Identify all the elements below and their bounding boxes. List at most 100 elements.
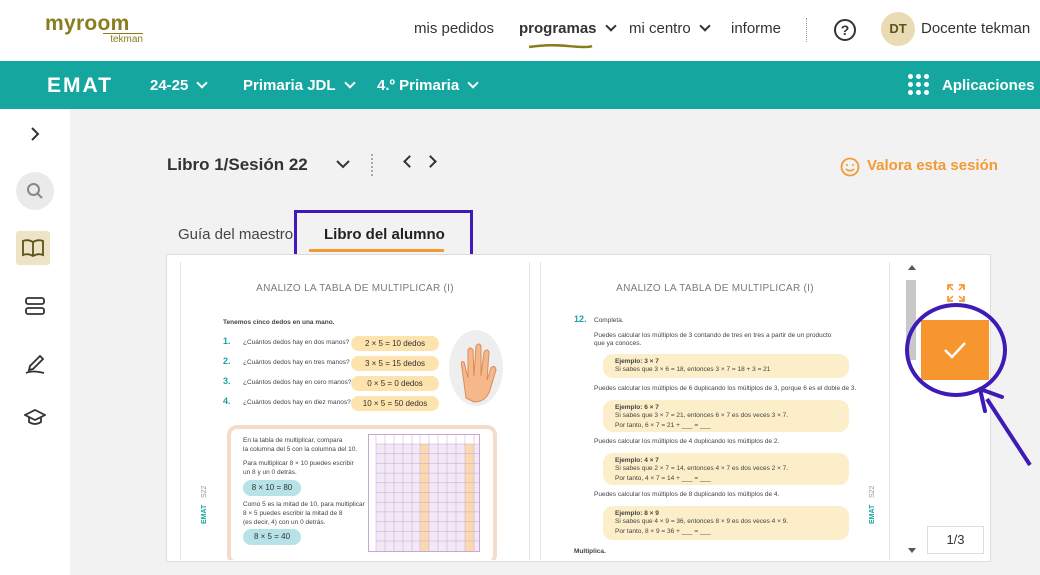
book-page-right: ANALIZO LA TABLA DE MULTIPLICAR (I) 12. … <box>540 262 890 560</box>
question-number: 3. <box>223 376 231 386</box>
question-number: 4. <box>223 396 231 406</box>
search-button[interactable] <box>16 172 54 210</box>
example-title: Ejemplo: 8 × 9 <box>615 510 659 517</box>
multiplication-table-grid <box>368 434 480 552</box>
tip-line: (es decir, 4) con un 0 detrás. <box>243 519 326 526</box>
program-bar: EMAT 24-25 Primaria JDL 4.º Primaria Apl… <box>0 61 1040 109</box>
nav-mi-centro-label: mi centro <box>629 20 691 37</box>
page-title: ANALIZO LA TABLA DE MULTIPLICAR (I) <box>616 283 814 294</box>
tip-line: 8 × 5 puedes escribir la mitad de 8 <box>243 510 343 517</box>
emat-logo: EMAT <box>47 74 113 97</box>
active-underline-scribble <box>528 44 593 49</box>
book-page-left: ANALIZO LA TABLA DE MULTIPLICAR (I) Tene… <box>180 262 530 560</box>
example-text: Si sabes que 4 × 9 = 36, entonces 8 × 9 … <box>615 518 789 525</box>
example-title: Ejemplo: 6 × 7 <box>615 404 659 411</box>
smiley-icon <box>840 157 860 177</box>
page-title: ANALIZO LA TABLA DE MULTIPLICAR (I) <box>256 283 454 294</box>
nav-mis-pedidos[interactable]: mis pedidos <box>414 20 494 37</box>
search-icon <box>27 183 43 199</box>
question-number: 2. <box>223 356 231 366</box>
page-intro: Tenemos cinco dedos en una mano. <box>223 319 335 326</box>
page-counter: 1/3 <box>927 526 984 554</box>
help-icon[interactable]: ? <box>834 19 856 41</box>
chevron-down-icon <box>343 77 356 89</box>
example-text: Si sabes que 3 × 6 = 18, entonces 3 × 7 … <box>615 366 771 373</box>
instruction: Puedes calcular los múltiplos de 4 dupli… <box>594 438 780 445</box>
graduation-cap-icon <box>24 409 46 425</box>
annotation-arrow <box>978 387 1032 467</box>
myroom-logo[interactable]: myroom tekman <box>45 12 143 45</box>
book-button[interactable] <box>16 231 50 265</box>
session-title: Libro 1/Sesión 22 <box>167 155 308 174</box>
open-book-icon <box>22 239 44 257</box>
example-text: Si sabes que 3 × 7 = 21, entonces 6 × 7 … <box>615 412 789 419</box>
instruction: Puedes calcular los múltiplos de 6 dupli… <box>594 385 857 392</box>
next-section-label: Multiplica. <box>574 548 606 555</box>
nav-programas-label: programas <box>519 20 597 37</box>
example-pill: 8 × 5 = 40 <box>243 529 301 545</box>
question-text: ¿Cuántos dedos hay en diez manos? <box>243 399 351 406</box>
chevron-right-icon <box>31 127 40 141</box>
chevron-down-icon <box>604 20 617 32</box>
question-text: ¿Cuántos dedos hay en cero manos? <box>243 379 352 386</box>
stack-icon <box>25 297 45 315</box>
side-logo: EMAT <box>869 504 876 524</box>
year-selector[interactable]: 24-25 <box>150 77 209 94</box>
nav-mi-centro[interactable]: mi centro <box>629 20 711 37</box>
chevron-down-icon <box>467 77 479 89</box>
instruction: que ya conoces. <box>594 340 642 347</box>
example-text: Si sabes que 2 × 7 = 14, entonces 4 × 7 … <box>615 465 789 472</box>
tab-guia-del-maestro[interactable]: Guía del maestro <box>178 226 293 243</box>
question-text: ¿Cuántos dedos hay en tres manos? <box>243 359 350 366</box>
expand-sidebar-button[interactable] <box>16 115 54 153</box>
tip-line: Como 5 es la mitad de 10, para multiplic… <box>243 501 365 508</box>
tip-line: Para multiplicar 8 × 10 puedes escribir <box>243 460 354 467</box>
answer-field: 2 × 5 = 10 dedos <box>351 336 439 351</box>
school-selector[interactable]: Primaria JDL <box>243 77 356 94</box>
scroll-down-icon[interactable] <box>908 548 916 553</box>
year-label: 24-25 <box>150 77 189 94</box>
instruction: Puedes calcular los múltiplos de 8 dupli… <box>594 491 780 498</box>
example-title: Ejemplo: 4 × 7 <box>615 457 659 464</box>
rate-session-label: Valora esta sesión <box>867 157 998 174</box>
answer-field: 0 × 5 = 0 dedos <box>351 376 439 391</box>
chevron-down-icon <box>336 160 350 169</box>
previous-session-icon[interactable] <box>403 155 416 168</box>
school-label: Primaria JDL <box>243 77 336 94</box>
example-text: Por tanto, 8 × 9 = 36 + ___ = ___ <box>615 528 711 535</box>
annotation-circle <box>905 303 1007 397</box>
pen-icon <box>25 354 45 374</box>
training-button[interactable] <box>16 399 54 437</box>
nav-divider <box>806 18 807 42</box>
session-dropdown[interactable] <box>336 156 350 174</box>
apps-grid-icon[interactable] <box>908 74 930 96</box>
edit-button[interactable] <box>16 345 54 383</box>
avatar[interactable]: DT <box>881 12 915 46</box>
answer-field: 10 × 5 = 50 dedos <box>351 396 439 411</box>
scroll-up-icon[interactable] <box>908 265 916 270</box>
grade-selector[interactable]: 4.º Primaria <box>377 77 479 94</box>
side-logo: EMAT <box>201 504 208 524</box>
example-pill: 8 × 10 = 80 <box>243 480 301 496</box>
tip-line: la columna del 5 con la columna del 10. <box>243 446 358 453</box>
example-text: Por tanto, 6 × 7 = 21 + ___ = ___ <box>615 422 711 429</box>
layers-button[interactable] <box>16 287 54 325</box>
apps-button[interactable]: Aplicaciones <box>942 77 1035 94</box>
example-title: Ejemplo: 3 × 7 <box>615 358 659 365</box>
fullscreen-icon[interactable] <box>947 284 965 302</box>
chevron-down-icon <box>196 77 209 89</box>
question-number: 12. <box>574 314 587 324</box>
nav-informe[interactable]: informe <box>731 20 781 37</box>
next-session-icon[interactable] <box>424 155 437 168</box>
hand-illustration <box>449 330 503 406</box>
page-code: S22 <box>201 485 208 498</box>
user-name[interactable]: Docente tekman <box>921 20 1030 37</box>
nav-programas[interactable]: programas <box>519 20 617 37</box>
grade-label: 4.º Primaria <box>377 77 460 94</box>
question-number: 1. <box>223 336 231 346</box>
answer-field: 3 × 5 = 15 dedos <box>351 356 439 371</box>
instruction: Puedes calcular los múltiplos de 3 conta… <box>594 332 832 339</box>
top-header: myroom tekman mis pedidos programas mi c… <box>0 0 1040 61</box>
chevron-down-icon <box>699 20 711 32</box>
page-code: S22 <box>869 485 876 498</box>
